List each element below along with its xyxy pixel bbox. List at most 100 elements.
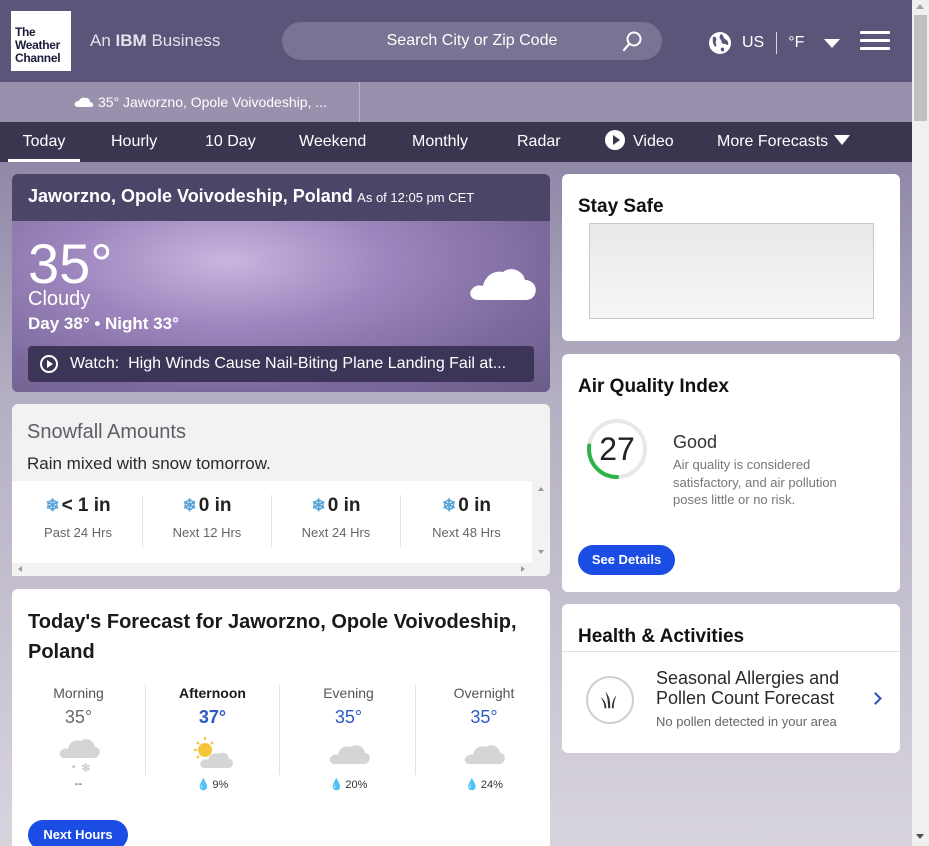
watch-video-link[interactable]: Watch: High Winds Cause Nail-Biting Plan…: [28, 346, 534, 382]
tab-weekend[interactable]: Weekend: [299, 122, 366, 162]
aqi-description: Air quality is considered satisfactory, …: [673, 457, 837, 507]
tab-today[interactable]: Today: [8, 122, 80, 162]
forecast-period-overnight[interactable]: Overnight 35° 💧 24%: [417, 685, 551, 791]
recent-location[interactable]: 35° Jaworzno, Opole Voivodeship, ...: [74, 94, 327, 110]
scroll-up-arrow-icon[interactable]: [538, 487, 544, 491]
watch-prefix: Watch:: [70, 355, 120, 372]
partly-cloudy-icon: [193, 737, 233, 768]
weather-channel-logo[interactable]: The Weather Channel: [11, 11, 71, 71]
see-details-button[interactable]: See Details: [578, 545, 675, 575]
scroll-down-arrow-icon[interactable]: [538, 550, 544, 554]
snowfall-subtitle: Rain mixed with snow tomorrow.: [27, 454, 271, 473]
current-conditions-card: Jaworzno, Opole Voivodeship, Poland As o…: [12, 174, 550, 392]
health-activities-card: Health & Activities Seasonal Allergies a…: [562, 604, 900, 753]
recent-locations-bar: 35° Jaworzno, Opole Voivodeship, ...: [0, 82, 912, 122]
site-header: The Weather Channel An IBM Business Sear…: [0, 0, 912, 82]
menu-bar: [860, 47, 890, 50]
tab-more-forecasts[interactable]: More Forecasts: [717, 122, 851, 162]
snowfall-value: 0 in: [327, 495, 361, 516]
recent-location-label: 35° Jaworzno, Opole Voivodeship, ...: [98, 94, 327, 110]
watch-title: High Winds Cause Nail-Biting Plane Landi…: [128, 355, 507, 372]
snowfall-value: 0 in: [198, 495, 232, 516]
search-placeholder: Search City or Zip Code: [386, 32, 558, 49]
tagline-brand: IBM: [115, 31, 147, 50]
aqi-value: 27: [599, 431, 635, 467]
search-icon[interactable]: [622, 30, 644, 52]
period-name: Afternoon: [179, 685, 246, 701]
snowflake-icon: ❄: [45, 496, 60, 515]
region-label: US: [742, 34, 765, 51]
period-name: Evening: [323, 685, 374, 701]
raindrop-icon: 💧: [329, 779, 344, 791]
forecast-period-evening[interactable]: Evening 35° 💧 20%: [282, 685, 416, 791]
health-title: Health & Activities: [578, 626, 745, 647]
cloud-icon: [74, 97, 94, 107]
current-conditions-header: Jaworzno, Opole Voivodeship, Poland As o…: [12, 174, 550, 221]
ad-placeholder[interactable]: [589, 223, 874, 319]
search-input[interactable]: Search City or Zip Code: [282, 22, 662, 60]
tab-hourly[interactable]: Hourly: [111, 122, 157, 162]
precip-chance: 💧 24%: [417, 778, 551, 791]
page-scrollbar[interactable]: [912, 0, 929, 846]
scroll-right-arrow-icon[interactable]: [521, 566, 525, 572]
locale-divider: [776, 32, 778, 54]
cloud-icon: [329, 745, 370, 764]
stay-safe-card: Stay Safe: [562, 174, 900, 341]
menu-bar: [860, 31, 890, 34]
weather-phrase: Cloudy: [28, 288, 91, 310]
tab-label: Hourly: [111, 133, 158, 150]
divider: [562, 651, 900, 652]
tab-monthly[interactable]: Monthly: [412, 122, 468, 162]
tab-label: Today: [22, 133, 66, 150]
snowflake-icon: ❄: [311, 496, 326, 515]
snowfall-horizontal-scrollbar[interactable]: [12, 563, 532, 576]
snowfall-card: Snowfall Amounts Rain mixed with snow to…: [12, 404, 550, 576]
scroll-up-arrow-icon[interactable]: [916, 4, 924, 9]
precip-value: 9%: [212, 779, 229, 791]
day-night-temps: Day 38° • Night 33°: [28, 314, 179, 333]
svg-text:❄: ❄: [81, 761, 91, 774]
tab-label: More Forecasts: [717, 133, 829, 150]
menu-icon[interactable]: [860, 31, 890, 51]
next-hours-button[interactable]: Next Hours: [28, 820, 128, 846]
scrollbar-thumb[interactable]: [914, 15, 927, 121]
tab-video[interactable]: Video: [605, 122, 674, 162]
forecast-nav: Today Hourly 10 Day Weekend Monthly Rada…: [0, 122, 912, 162]
cloud-snow-icon: • ❄: [59, 739, 100, 774]
period-temp: 37°: [198, 707, 227, 727]
tab-10-day[interactable]: 10 Day: [205, 122, 256, 162]
tab-label: Weekend: [299, 133, 367, 150]
snowflake-icon: ❄: [442, 496, 457, 515]
period-temp: 35°: [334, 707, 363, 727]
location-name: Jaworzno, Opole Voivodeship, Poland: [28, 186, 353, 206]
ibm-tagline: An IBM Business: [90, 31, 220, 51]
tab-label: Video: [633, 133, 674, 150]
snowfall-item: ❄ 0 in Next 48 Hrs: [402, 495, 531, 547]
snowfall-item: ❄ < 1 in Past 24 Hrs: [14, 495, 143, 547]
snowfall-title: Snowfall Amounts: [27, 421, 186, 443]
precip-value: 20%: [345, 779, 368, 791]
pollen-title: Seasonal Allergies and Pollen Count Fore…: [656, 668, 840, 708]
tab-radar[interactable]: Radar: [517, 122, 561, 162]
scroll-down-arrow-icon[interactable]: [916, 834, 924, 839]
chevron-down-icon: [824, 38, 841, 48]
snowfall-value: 0 in: [458, 495, 491, 516]
forecast-period-morning[interactable]: Morning 35° • ❄ --: [12, 685, 146, 790]
page: The Weather Channel An IBM Business Sear…: [0, 0, 912, 846]
tagline-suffix: Business: [151, 31, 221, 50]
snowfall-vertical-scrollbar[interactable]: [532, 481, 550, 565]
stay-safe-title: Stay Safe: [578, 196, 664, 217]
snowfall-label: Past 24 Hrs: [44, 525, 112, 540]
svg-text:•: •: [71, 763, 76, 773]
cloud-icon: [470, 269, 536, 300]
locale-selector[interactable]: US °F: [708, 30, 841, 56]
precip-value: 24%: [480, 779, 503, 791]
period-name: Morning: [53, 685, 104, 701]
globe-icon: [709, 32, 731, 54]
snowfall-value: < 1 in: [61, 495, 111, 516]
menu-bar: [860, 39, 890, 42]
scroll-left-arrow-icon[interactable]: [18, 566, 22, 572]
precip-chance: 💧 9%: [146, 778, 279, 791]
forecast-period-afternoon[interactable]: Afternoon 37° 💧 9%: [146, 685, 280, 791]
period-name: Overnight: [453, 685, 515, 701]
